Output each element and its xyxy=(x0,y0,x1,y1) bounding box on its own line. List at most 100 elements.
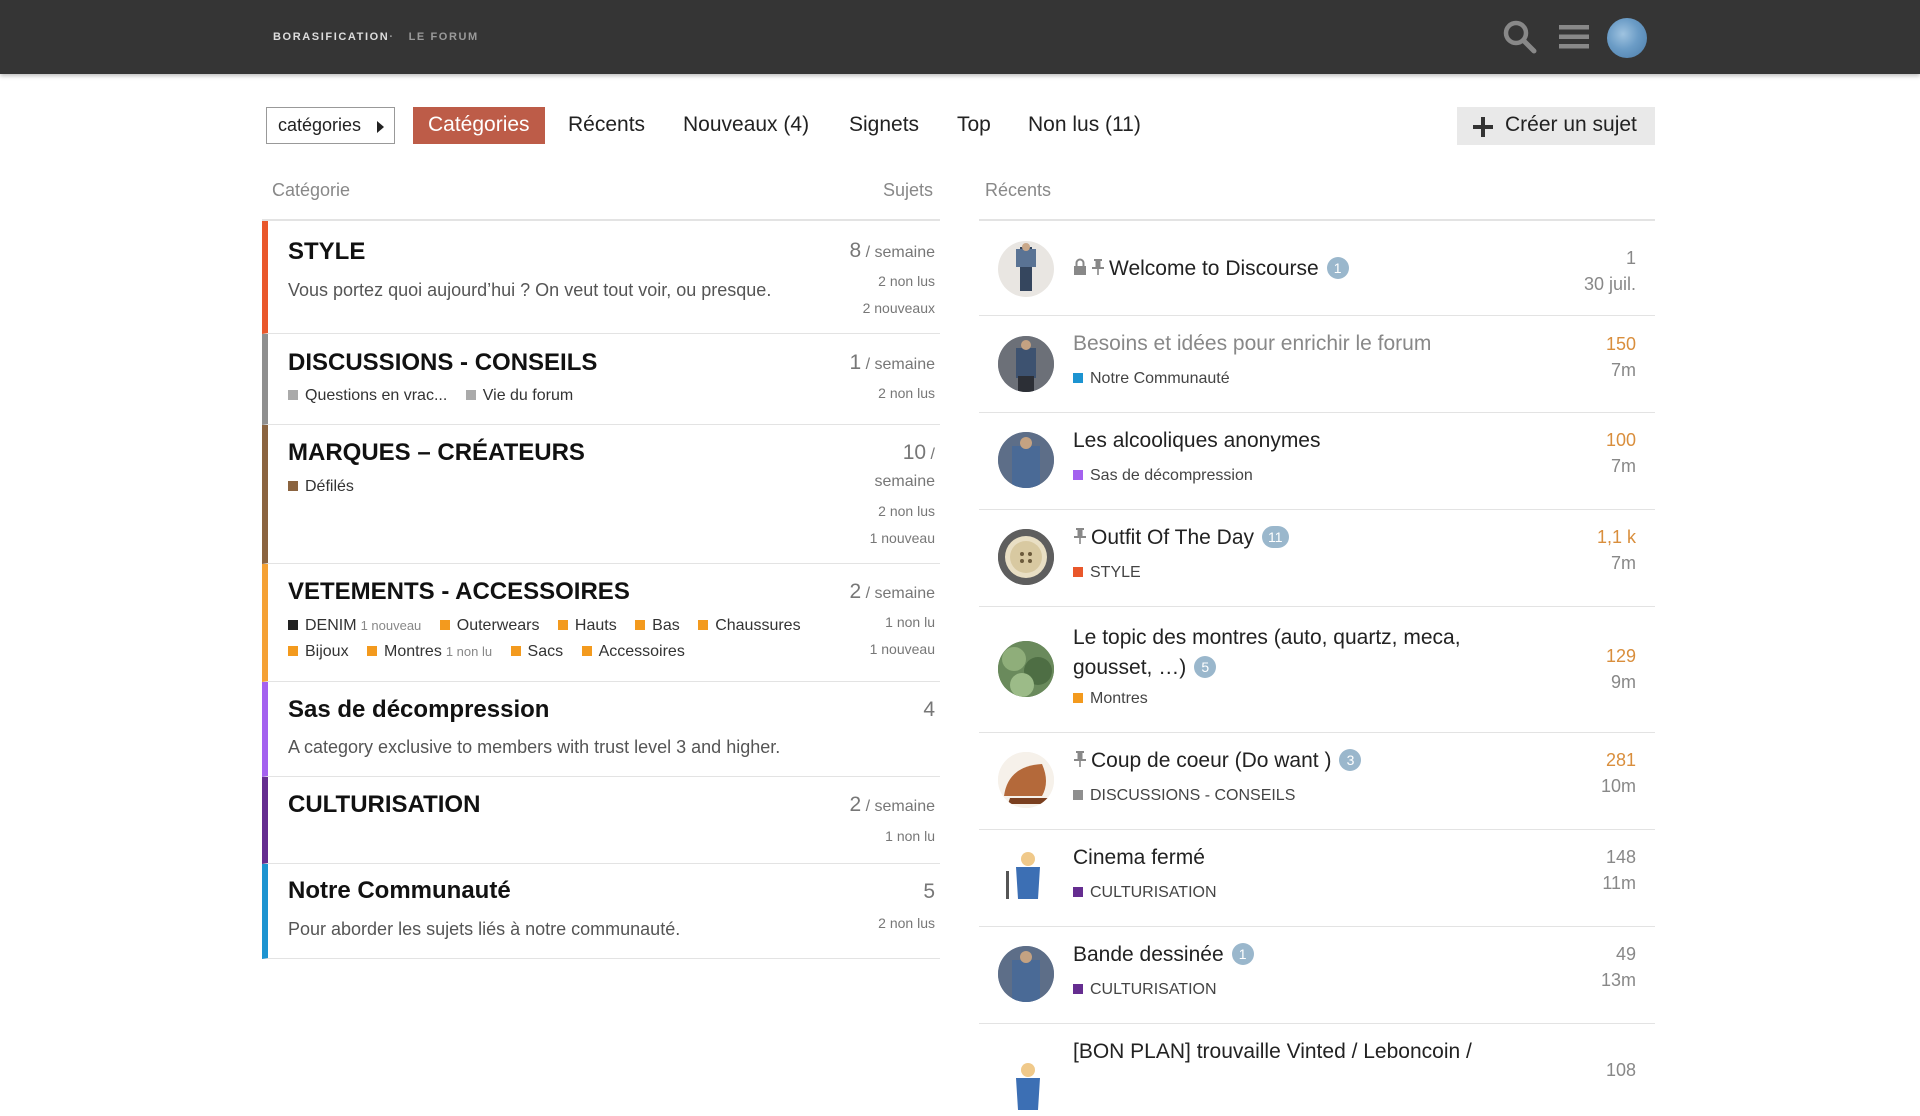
topic-title[interactable]: Cinema fermé xyxy=(1073,846,1205,870)
tab-new[interactable]: Nouveaux (4) xyxy=(683,107,809,144)
last-activity[interactable]: 9m xyxy=(1606,669,1636,695)
reply-count[interactable]: 148 xyxy=(1602,844,1636,870)
topic-title[interactable]: Le topic des montres (auto, quartz, meca… xyxy=(1073,623,1493,683)
category-row[interactable]: STYLE Vous portez quoi aujourd’hui ? On … xyxy=(262,221,940,334)
reply-count[interactable]: 1,1 k xyxy=(1597,524,1636,550)
subcategory-link[interactable]: Montres 1 non lu xyxy=(367,643,492,661)
search-icon[interactable] xyxy=(1502,19,1538,55)
category-name[interactable]: STYLE xyxy=(288,238,365,266)
tab-categories[interactable]: Catégories xyxy=(413,107,545,144)
site-logo[interactable]: BORASIFICATION · LE FORUM xyxy=(273,31,493,43)
category-row[interactable]: Sas de décompression A category exclusiv… xyxy=(262,682,940,777)
tab-recent[interactable]: Récents xyxy=(568,107,645,144)
category-row[interactable]: CULTURISATION 2 / semaine 1 non lu xyxy=(262,777,940,864)
tab-top[interactable]: Top xyxy=(957,107,991,144)
reply-count[interactable]: 281 xyxy=(1601,747,1636,773)
category-unread-count[interactable]: 2 non lus xyxy=(878,385,935,401)
subcategory-link[interactable]: Vie du forum xyxy=(465,387,573,405)
poster-avatar[interactable] xyxy=(998,1060,1054,1116)
category-unread-count[interactable]: 2 non lus xyxy=(878,915,935,931)
category-row[interactable]: MARQUES – CRÉATEURS Défilés 10 / semaine… xyxy=(262,425,940,564)
topic-title[interactable]: Bande dessinée 1 xyxy=(1073,943,1254,967)
last-activity[interactable]: 13m xyxy=(1601,967,1636,993)
unread-badge[interactable]: 11 xyxy=(1262,526,1289,548)
category-name[interactable]: Notre Communauté xyxy=(288,877,511,905)
topic-category[interactable]: Sas de décompression xyxy=(1073,467,1253,485)
unread-badge[interactable]: 1 xyxy=(1231,943,1254,965)
subcategory-link[interactable]: Sacs xyxy=(510,643,563,661)
topic-row[interactable]: Les alcooliques anonymes Sas de décompre… xyxy=(979,413,1655,510)
topic-title[interactable]: [BON PLAN] trouvaille Vinted / Leboncoin… xyxy=(1073,1040,1472,1064)
subcategory-link[interactable]: DENIM 1 nouveau xyxy=(288,617,421,635)
unread-badge[interactable]: 3 xyxy=(1339,749,1362,771)
unread-badge[interactable]: 1 xyxy=(1326,257,1349,279)
subcategory-link[interactable]: Défilés xyxy=(288,478,354,496)
categories-dropdown[interactable]: catégories xyxy=(266,107,395,144)
poster-avatar[interactable] xyxy=(998,432,1054,488)
last-activity[interactable]: 11m xyxy=(1602,870,1636,896)
subcategory-link[interactable]: Questions en vrac... xyxy=(288,387,447,405)
category-name[interactable]: Sas de décompression xyxy=(288,696,549,724)
last-activity[interactable]: 10m xyxy=(1601,773,1636,799)
category-row[interactable]: Notre Communauté Pour aborder les sujets… xyxy=(262,864,940,959)
last-activity[interactable]: 7m xyxy=(1606,453,1636,479)
user-avatar[interactable] xyxy=(1607,18,1647,58)
reply-count[interactable]: 100 xyxy=(1606,427,1636,453)
poster-avatar[interactable] xyxy=(998,241,1054,297)
topic-row[interactable]: Le topic des montres (auto, quartz, meca… xyxy=(979,607,1655,733)
topic-category[interactable]: Notre Communauté xyxy=(1073,370,1230,388)
category-name[interactable]: MARQUES – CRÉATEURS xyxy=(288,439,585,467)
topic-row[interactable]: Besoins et idées pour enrichir le forum … xyxy=(979,316,1655,413)
poster-avatar[interactable] xyxy=(998,946,1054,1002)
category-unread-count[interactable]: 2 non lus xyxy=(878,273,935,289)
reply-count[interactable]: 1 xyxy=(1584,245,1636,271)
category-name[interactable]: CULTURISATION xyxy=(288,791,480,819)
category-row[interactable]: VETEMENTS - ACCESSOIRES DENIM 1 nouveau O… xyxy=(262,564,940,682)
topic-row[interactable]: Outfit Of The Day 11 STYLE 1,1 k 7m xyxy=(979,510,1655,607)
unread-badge[interactable]: 5 xyxy=(1194,656,1217,678)
category-unread-count[interactable]: 2 non lus xyxy=(878,503,935,519)
create-topic-button[interactable]: Créer un sujet xyxy=(1457,107,1655,145)
topic-row[interactable]: [BON PLAN] trouvaille Vinted / Leboncoin… xyxy=(979,1024,1655,1116)
tab-bookmarks[interactable]: Signets xyxy=(849,107,919,144)
tab-unread[interactable]: Non lus (11) xyxy=(1028,107,1141,144)
subcategory-link[interactable]: Hauts xyxy=(557,617,617,635)
category-new-count[interactable]: 2 nouveaux xyxy=(863,300,935,316)
reply-count[interactable]: 150 xyxy=(1606,331,1636,357)
topic-category[interactable]: CULTURISATION xyxy=(1073,884,1217,902)
topic-title[interactable]: Coup de coeur (Do want ) 3 xyxy=(1073,749,1362,773)
topic-row[interactable]: Welcome to Discourse 1 1 30 juil. xyxy=(979,221,1655,316)
category-row[interactable]: DISCUSSIONS - CONSEILS Questions en vrac… xyxy=(262,334,940,425)
topic-row[interactable]: Bande dessinée 1 CULTURISATION 49 13m xyxy=(979,927,1655,1024)
topic-category[interactable]: DISCUSSIONS - CONSEILS xyxy=(1073,787,1295,805)
topic-title[interactable]: Outfit Of The Day 11 xyxy=(1073,526,1289,550)
subcategory-link[interactable]: Bas xyxy=(635,617,680,635)
poster-avatar[interactable] xyxy=(998,752,1054,808)
reply-count[interactable]: 49 xyxy=(1601,941,1636,967)
poster-avatar[interactable] xyxy=(998,849,1054,905)
poster-avatar[interactable] xyxy=(998,529,1054,585)
last-activity[interactable]: 30 juil. xyxy=(1584,271,1636,297)
topic-row[interactable]: Coup de coeur (Do want ) 3 DISCUSSIONS - … xyxy=(979,733,1655,830)
category-name[interactable]: VETEMENTS - ACCESSOIRES xyxy=(288,578,630,606)
category-new-count[interactable]: 1 nouveau xyxy=(870,530,935,546)
reply-count[interactable]: 108 xyxy=(1606,1057,1636,1083)
poster-avatar[interactable] xyxy=(998,336,1054,392)
subcategory-link[interactable]: Outerwears xyxy=(439,617,539,635)
topic-row[interactable]: Cinema fermé CULTURISATION 148 11m xyxy=(979,830,1655,927)
hamburger-menu-icon[interactable] xyxy=(1556,19,1592,55)
last-activity[interactable]: 7m xyxy=(1606,357,1636,383)
reply-count[interactable]: 129 xyxy=(1606,643,1636,669)
category-unread-count[interactable]: 1 non lu xyxy=(885,828,935,844)
topic-title[interactable]: Besoins et idées pour enrichir le forum xyxy=(1073,332,1431,356)
topic-title[interactable]: Les alcooliques anonymes xyxy=(1073,429,1321,453)
topic-title[interactable]: Welcome to Discourse 1 xyxy=(1073,257,1349,281)
category-new-count[interactable]: 1 nouveau xyxy=(870,641,935,657)
subcategory-link[interactable]: Chaussures xyxy=(698,617,801,635)
last-activity[interactable]: 7m xyxy=(1597,550,1636,576)
category-unread-count[interactable]: 1 non lu xyxy=(885,614,935,630)
subcategory-link[interactable]: Accessoires xyxy=(581,643,685,661)
topic-category[interactable]: Montres xyxy=(1073,690,1148,708)
topic-category[interactable]: CULTURISATION xyxy=(1073,981,1217,999)
poster-avatar[interactable] xyxy=(998,641,1054,697)
